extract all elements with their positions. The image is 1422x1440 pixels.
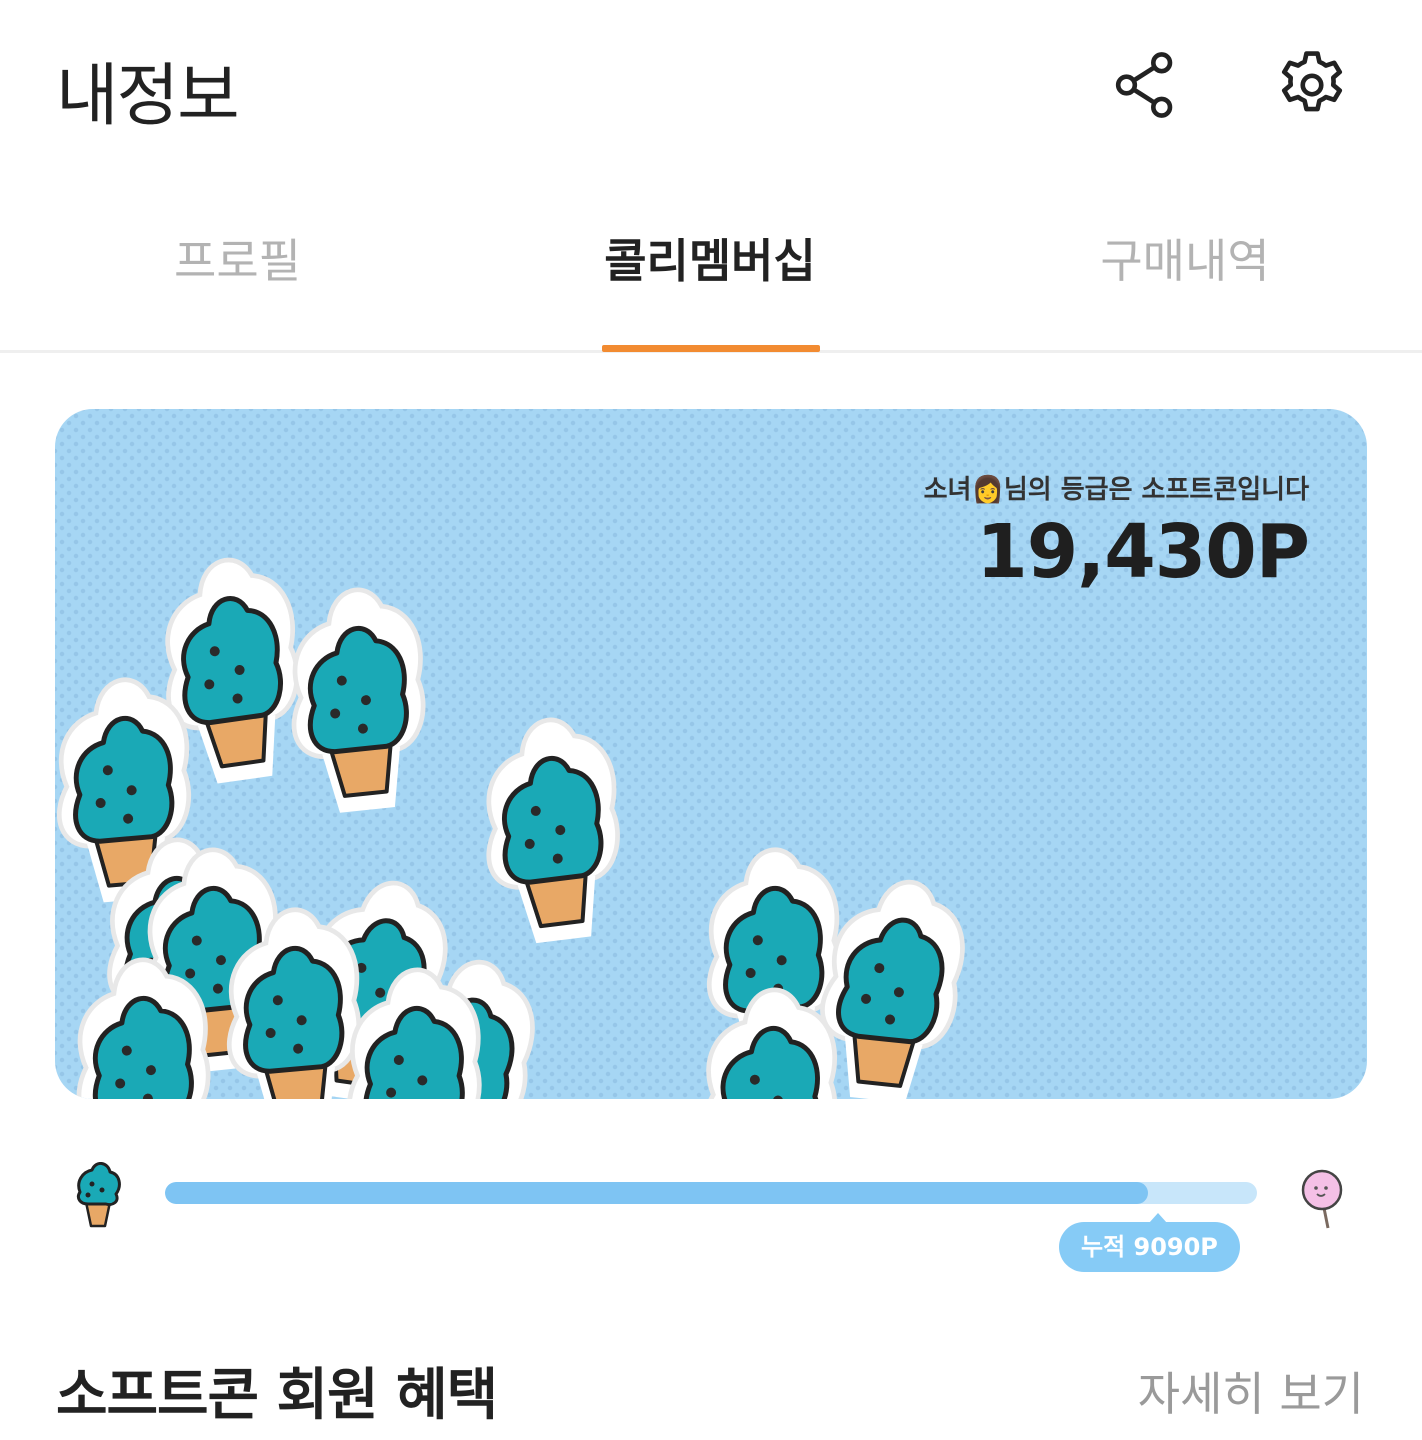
progress-track	[165, 1182, 1257, 1204]
settings-button[interactable]	[1272, 45, 1352, 125]
share-icon	[1115, 52, 1173, 118]
active-tab-indicator	[602, 345, 820, 352]
grade-card: 소녀👩님의 등급은 소프트콘입니다 19,430P	[55, 409, 1367, 1099]
points-total: 19,430P	[976, 509, 1310, 595]
tab-bar: 프로필 콜리멤버십 구매내역	[0, 195, 1422, 353]
cotton-candy-icon	[1292, 1164, 1352, 1234]
progress-fill	[165, 1182, 1148, 1204]
tab-purchases[interactable]: 구매내역	[1070, 225, 1300, 291]
grade-progress: 누적 9090P	[0, 1150, 1422, 1280]
soft-serve-cone-icon	[68, 1162, 128, 1232]
benefits-detail-link[interactable]: 자세히 보기	[1138, 1358, 1364, 1424]
app-header: 내정보	[0, 0, 1422, 175]
gear-icon	[1281, 51, 1343, 112]
tab-membership[interactable]: 콜리멤버십	[570, 225, 850, 291]
accumulated-points-label: 누적 9090P	[1059, 1213, 1240, 1272]
page-title: 내정보	[56, 57, 240, 136]
grade-message: 소녀👩님의 등급은 소프트콘입니다	[923, 475, 1309, 505]
share-button[interactable]	[1105, 45, 1185, 125]
tab-profile[interactable]: 프로필	[120, 225, 355, 291]
benefits-title: 소프트콘 회원 혜택	[56, 1363, 498, 1428]
